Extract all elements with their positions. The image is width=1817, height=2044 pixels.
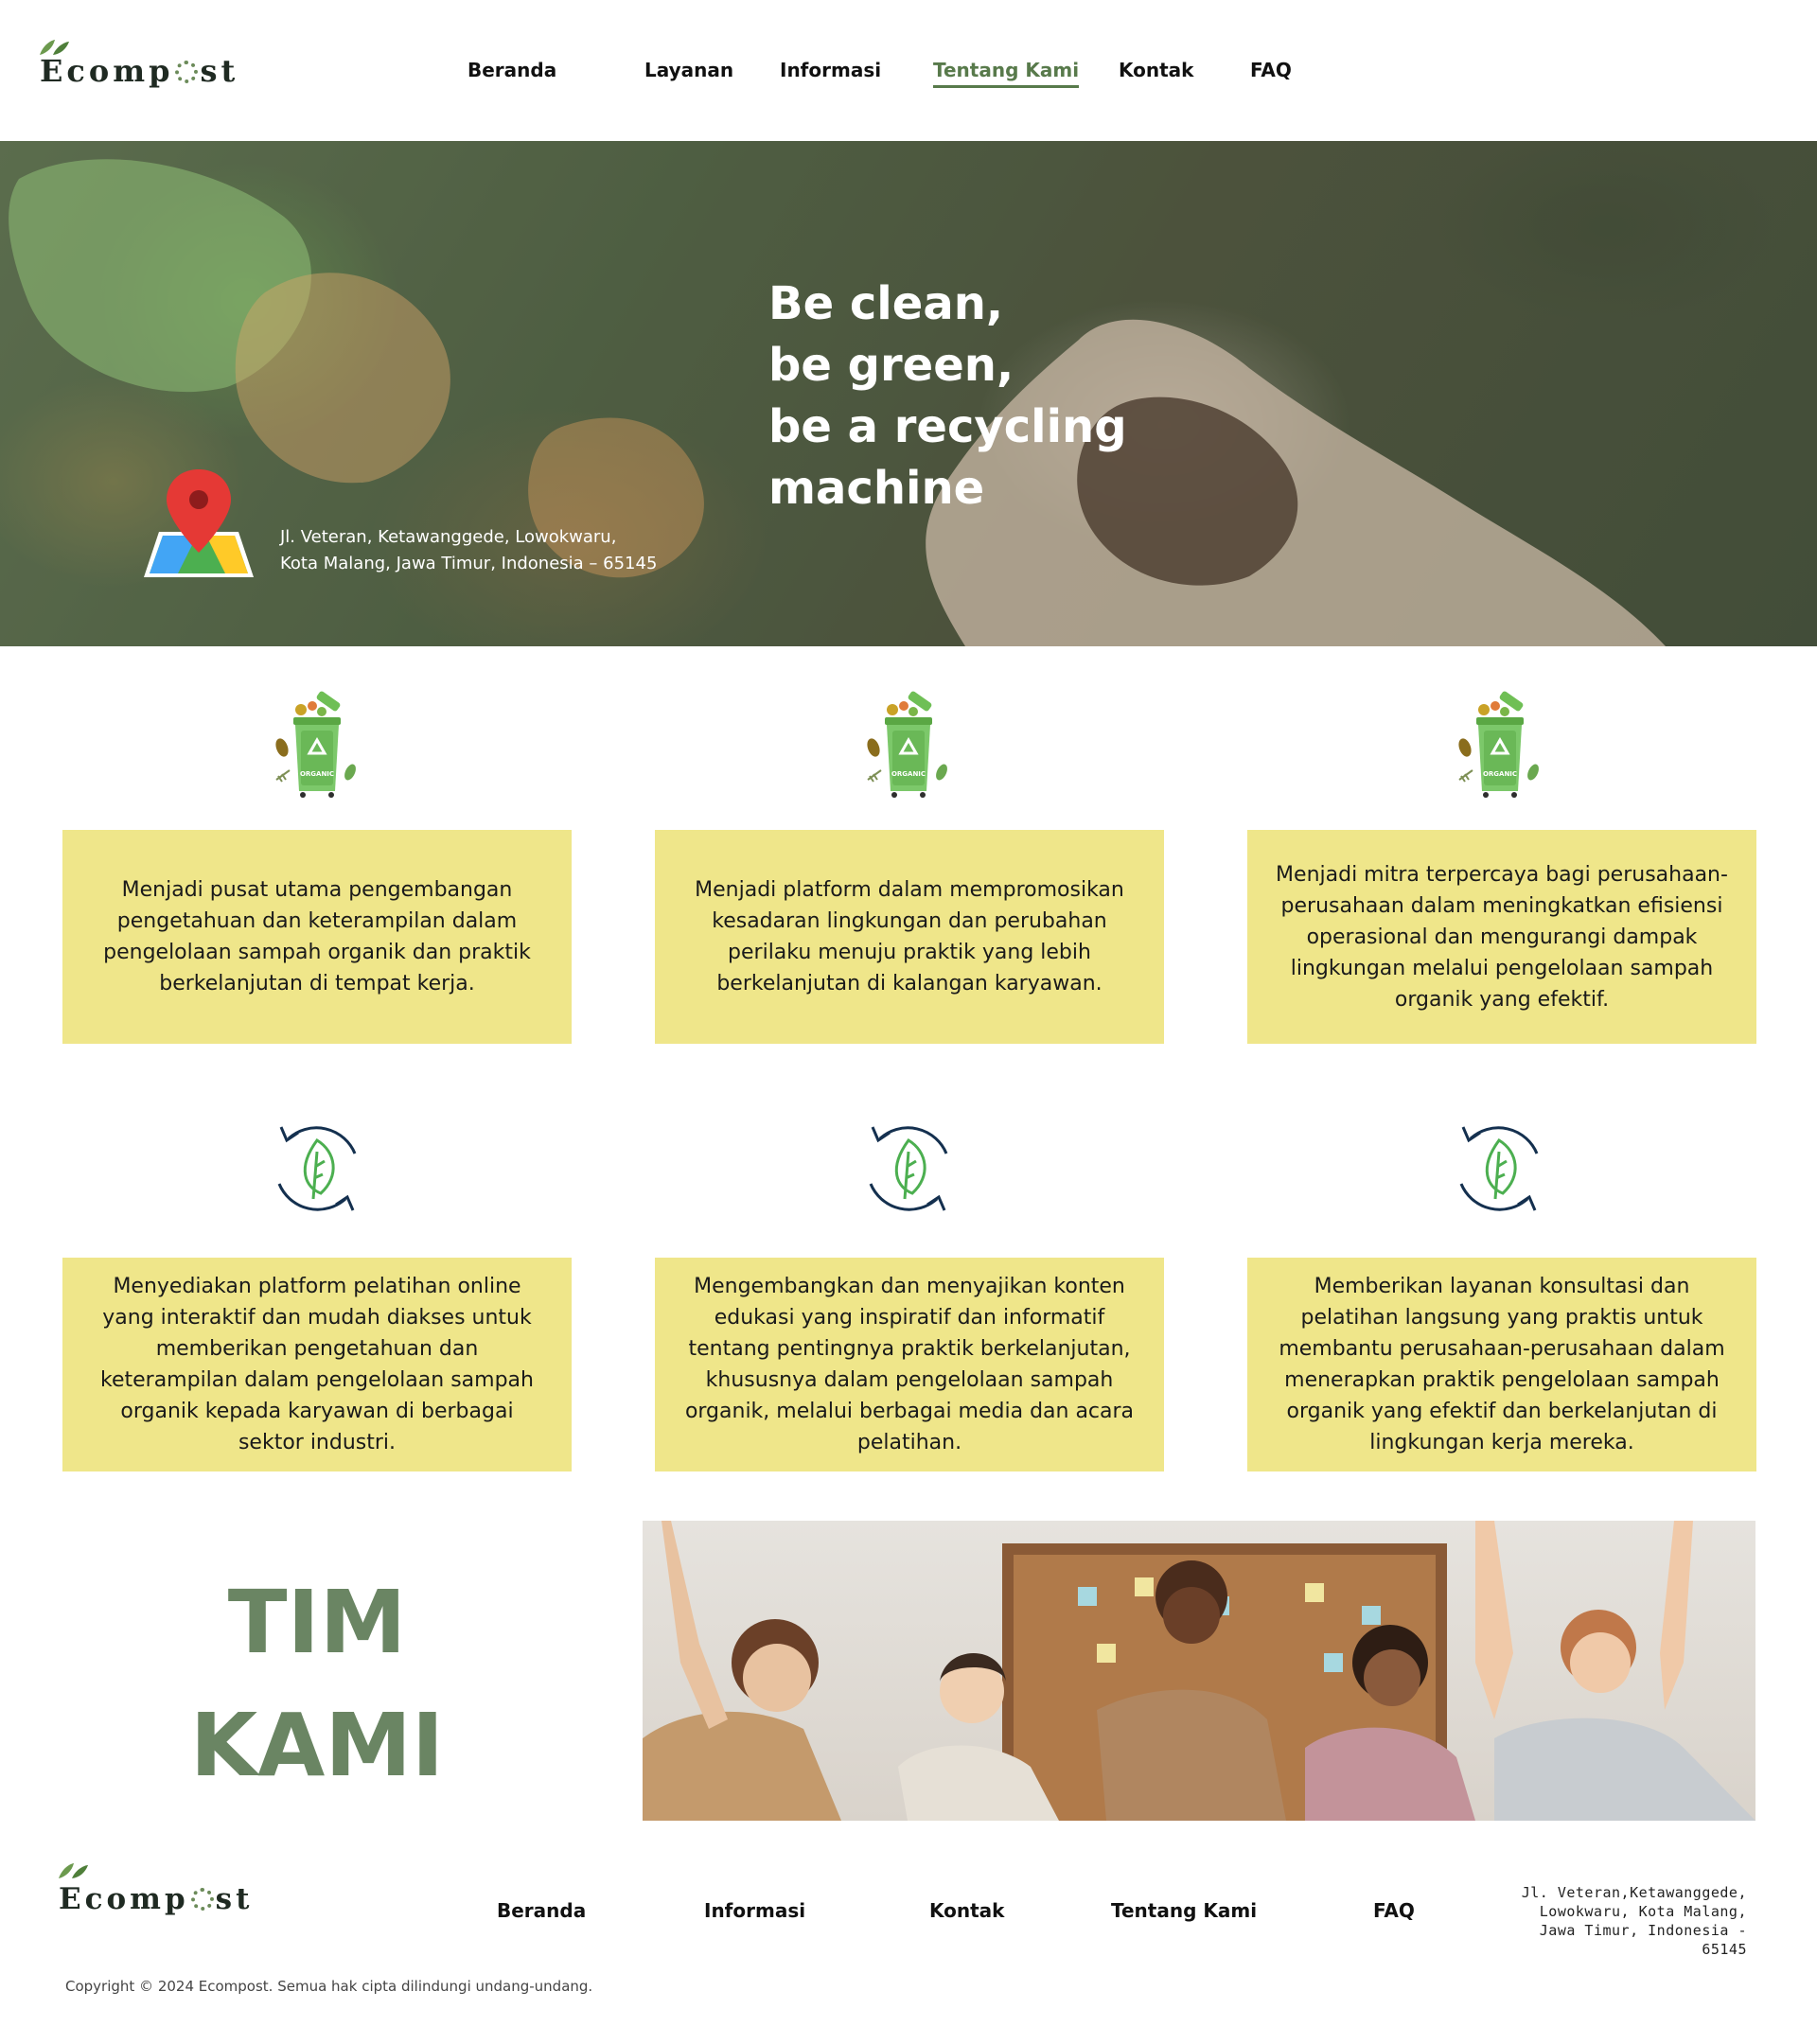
mission-card-1: Menyediakan platform pelatihan online ya… bbox=[62, 1258, 572, 1471]
map-pin-icon bbox=[140, 466, 257, 588]
hero-title-line-1: Be clean, bbox=[768, 277, 1004, 330]
site-header: Ecomp st Beranda Layanan Informasi Tentan… bbox=[0, 0, 1817, 141]
hero-title-line-2: be green, bbox=[768, 339, 1014, 392]
organic-bin-label: ORGANIC bbox=[891, 770, 926, 778]
footer-nav-kontak[interactable]: Kontak bbox=[929, 1899, 1004, 1922]
hero-title-line-4: machine bbox=[768, 462, 985, 515]
mission-card-3: Memberikan layanan konsultasi dan pelati… bbox=[1247, 1258, 1756, 1471]
copyright-text: Copyright © 2024 Ecompost. Semua hak cip… bbox=[65, 1978, 593, 1995]
footer-brand-logo[interactable]: Ecomp st bbox=[59, 1863, 254, 1916]
team-title-line-2: KAMI bbox=[189, 1695, 445, 1796]
organic-bin-icon: ORGANIC bbox=[269, 689, 363, 803]
mission-card-2: Mengembangkan dan menyajikan konten eduk… bbox=[655, 1258, 1164, 1471]
footer-nav-beranda[interactable]: Beranda bbox=[497, 1899, 586, 1922]
hero-address: Jl. Veteran, Ketawanggede, Lowokwaru, Ko… bbox=[280, 524, 657, 577]
nav-layanan[interactable]: Layanan bbox=[644, 59, 733, 81]
organic-bin-icon: ORGANIC bbox=[860, 689, 955, 803]
organic-bin-label: ORGANIC bbox=[1483, 770, 1517, 778]
brand-logo[interactable]: Ecomp st bbox=[40, 40, 238, 89]
nav-beranda[interactable]: Beranda bbox=[467, 59, 556, 81]
recycle-leaf-icon bbox=[268, 1119, 366, 1223]
team-title: TIM KAMI bbox=[142, 1561, 492, 1807]
logo-o-ring bbox=[175, 61, 199, 83]
team-title-line-1: TIM bbox=[227, 1572, 407, 1673]
organic-bin-label: ORGANIC bbox=[300, 770, 334, 778]
footer-nav-tentang-kami[interactable]: Tentang Kami bbox=[1111, 1899, 1257, 1922]
footer-address: Jl. Veteran,Ketawanggede, Lowokwaru, Kot… bbox=[1521, 1884, 1747, 1958]
nav-faq[interactable]: FAQ bbox=[1250, 59, 1292, 81]
recycle-leaf-icon bbox=[1450, 1119, 1548, 1223]
organic-bin-icon: ORGANIC bbox=[1452, 689, 1546, 803]
hero-title: Be clean, be green, be a recycling machi… bbox=[768, 273, 1336, 520]
nav-informasi[interactable]: Informasi bbox=[780, 59, 881, 81]
footer-brand-name: Ecomp st bbox=[59, 1882, 254, 1916]
nav-tentang-kami[interactable]: Tentang Kami bbox=[933, 59, 1080, 88]
vision-card-3: Menjadi mitra terpercaya bagi perusahaan… bbox=[1247, 830, 1756, 1044]
hero-title-line-3: be a recycling bbox=[768, 400, 1127, 453]
hero-address-line-1: Jl. Veteran, Ketawanggede, Lowokwaru, bbox=[280, 527, 617, 547]
footer-nav-faq[interactable]: FAQ bbox=[1373, 1899, 1415, 1922]
hero-address-line-2: Kota Malang, Jawa Timur, Indonesia – 651… bbox=[280, 554, 658, 573]
team-photo bbox=[643, 1521, 1755, 1821]
leaf-logo-icon bbox=[57, 1861, 89, 1885]
team-photo-illustration bbox=[643, 1521, 1755, 1821]
logo-o-ring bbox=[190, 1888, 214, 1911]
vision-card-2: Menjadi platform dalam mempromosikan kes… bbox=[655, 830, 1164, 1044]
vision-card-1: Menjadi pusat utama pengembangan pengeta… bbox=[62, 830, 572, 1044]
hero-banner: Jl. Veteran, Ketawanggede, Lowokwaru, Ko… bbox=[0, 141, 1817, 646]
recycle-leaf-icon bbox=[859, 1119, 958, 1223]
leaf-logo-icon bbox=[38, 38, 70, 62]
footer-nav-informasi[interactable]: Informasi bbox=[704, 1899, 805, 1922]
nav-kontak[interactable]: Kontak bbox=[1119, 59, 1193, 81]
